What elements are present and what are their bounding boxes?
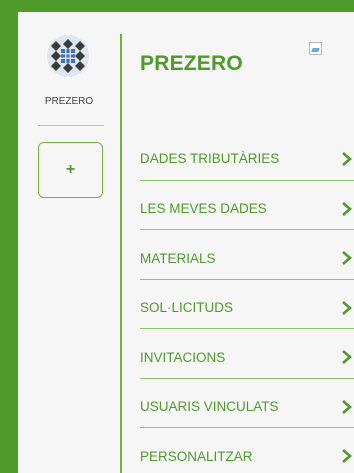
chevron-right-icon: [342, 251, 352, 266]
chevron-right-icon: [342, 300, 352, 315]
chevron-right-icon: [342, 449, 352, 464]
menu-item-sollicituds[interactable]: SOL·LICITUDS: [140, 278, 354, 329]
sidebar: PREZERO +: [18, 12, 120, 473]
menu-item-invitacions[interactable]: INVITACIONS: [140, 328, 354, 378]
menu-item-les-meves-dades[interactable]: LES MEVES DADES: [140, 179, 354, 230]
menu-item-label: USUARIS VINCULATS: [140, 399, 279, 415]
menu-item-label: MATERIALS: [140, 250, 216, 266]
sidebar-divider: [38, 125, 104, 126]
avatar-label: PREZERO: [44, 96, 94, 107]
app-panel: PREZERO + PREZERO DADES TRIBUTÀRIES LES …: [18, 12, 354, 473]
menu-item-label: INVITACIONS: [140, 349, 226, 365]
menu-item-usuaris-vinculats[interactable]: USUARIS VINCULATS: [140, 377, 354, 428]
menu-item-dades-tributaries[interactable]: DADES TRIBUTÀRIES: [140, 130, 354, 180]
menu-item-label: LES MEVES DADES: [140, 201, 267, 217]
chevron-right-icon: [342, 151, 352, 166]
chevron-right-icon: [342, 201, 352, 216]
chevron-right-icon: [342, 399, 352, 414]
settings-menu: DADES TRIBUTÀRIES LES MEVES DADES MATERI…: [140, 130, 354, 473]
logo-icon: [47, 35, 89, 77]
menu-item-personalitzar[interactable]: PERSONALITZAR: [140, 427, 354, 473]
vertical-divider: [120, 34, 122, 473]
chevron-right-icon: [342, 350, 352, 365]
menu-item-materials[interactable]: MATERIALS: [140, 229, 354, 279]
menu-item-label: PERSONALITZAR: [140, 448, 253, 464]
add-button[interactable]: +: [38, 142, 103, 198]
menu-item-label: DADES TRIBUTÀRIES: [140, 151, 280, 167]
avatar[interactable]: [47, 35, 89, 77]
menu-item-label: SOL·LICITUDS: [140, 300, 234, 316]
page-title: PREZERO: [140, 52, 243, 75]
broken-image-icon: [309, 42, 322, 55]
